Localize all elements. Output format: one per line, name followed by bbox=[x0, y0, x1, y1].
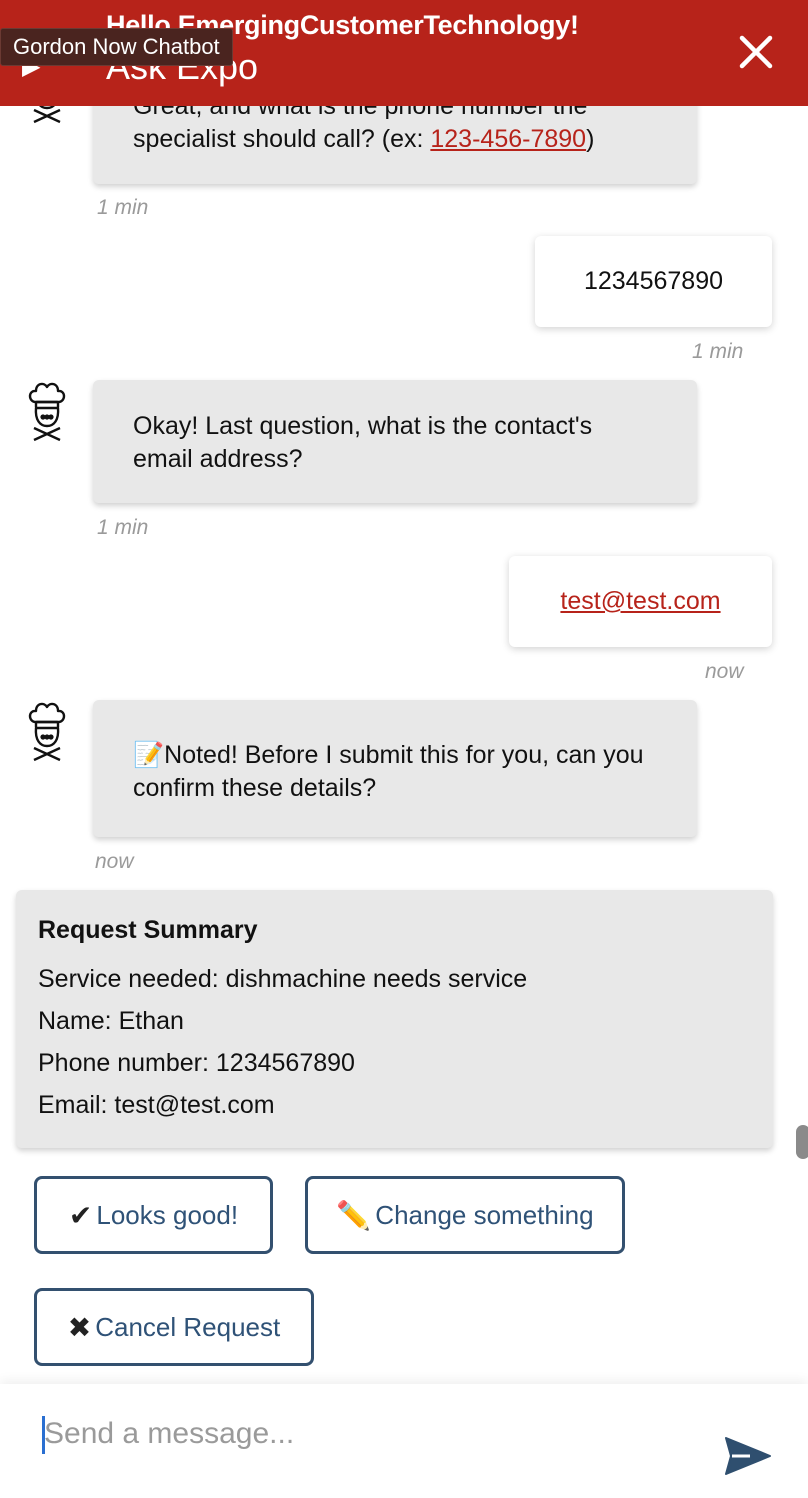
user-message-phone: 1234567890 bbox=[535, 236, 772, 327]
summary-title: Request Summary bbox=[38, 916, 258, 944]
checkmark-icon: ✔ bbox=[68, 1199, 93, 1231]
summary-row-phone: Phone number: 1234567890 bbox=[38, 1049, 355, 1077]
cancel-request-button[interactable]: ✖ Cancel Request bbox=[34, 1288, 314, 1366]
looks-good-label: Looks good! bbox=[96, 1199, 239, 1230]
change-something-button[interactable]: ✏️ Change something bbox=[305, 1176, 625, 1254]
message-text: Noted! Before I submit this for you, can… bbox=[133, 741, 644, 802]
message-text: Okay! Last question, what is the contact… bbox=[133, 412, 593, 473]
close-icon bbox=[739, 35, 773, 69]
summary-row-name: Name: Ethan bbox=[38, 1007, 184, 1035]
user-message-email: test@test.com bbox=[509, 556, 772, 647]
bot-message-email-question: Okay! Last question, what is the contact… bbox=[93, 380, 697, 503]
email-link[interactable]: test@test.com bbox=[560, 585, 720, 618]
chef-avatar-icon bbox=[28, 382, 66, 442]
looks-good-button[interactable]: ✔ Looks good! bbox=[34, 1176, 273, 1254]
message-text: 1234567890 bbox=[583, 267, 724, 295]
chef-avatar-icon bbox=[28, 702, 66, 762]
cancel-x-icon: ✖ bbox=[67, 1311, 92, 1343]
message-timestamp: 1 min bbox=[97, 516, 149, 539]
message-text-end: ) bbox=[586, 125, 595, 153]
bot-message-confirm: 📝Noted! Before I submit this for you, ca… bbox=[93, 700, 697, 837]
send-icon bbox=[725, 1437, 771, 1475]
message-timestamp: now bbox=[705, 660, 744, 683]
chatbot-tooltip: Gordon Now Chatbot bbox=[0, 28, 233, 66]
message-timestamp: 1 min bbox=[692, 340, 744, 363]
summary-row-email: Email: test@test.com bbox=[38, 1091, 275, 1119]
pencil-icon: ✏️ bbox=[336, 1199, 372, 1231]
summary-row-service: Service needed: dishmachine needs servic… bbox=[38, 965, 528, 993]
close-button[interactable] bbox=[734, 30, 778, 74]
send-button[interactable] bbox=[724, 1436, 772, 1476]
change-something-label: Change something bbox=[375, 1199, 594, 1230]
phone-example-link[interactable]: 123-456-7890 bbox=[430, 125, 586, 153]
message-timestamp: now bbox=[95, 850, 134, 873]
cancel-request-label: Cancel Request bbox=[95, 1311, 281, 1342]
message-input[interactable] bbox=[44, 1412, 684, 1456]
request-summary-card: Request Summary Service needed: dishmach… bbox=[16, 890, 773, 1148]
scrollbar-thumb[interactable] bbox=[796, 1125, 808, 1159]
memo-icon: 📝 bbox=[133, 741, 165, 769]
message-timestamp: 1 min bbox=[97, 196, 149, 219]
